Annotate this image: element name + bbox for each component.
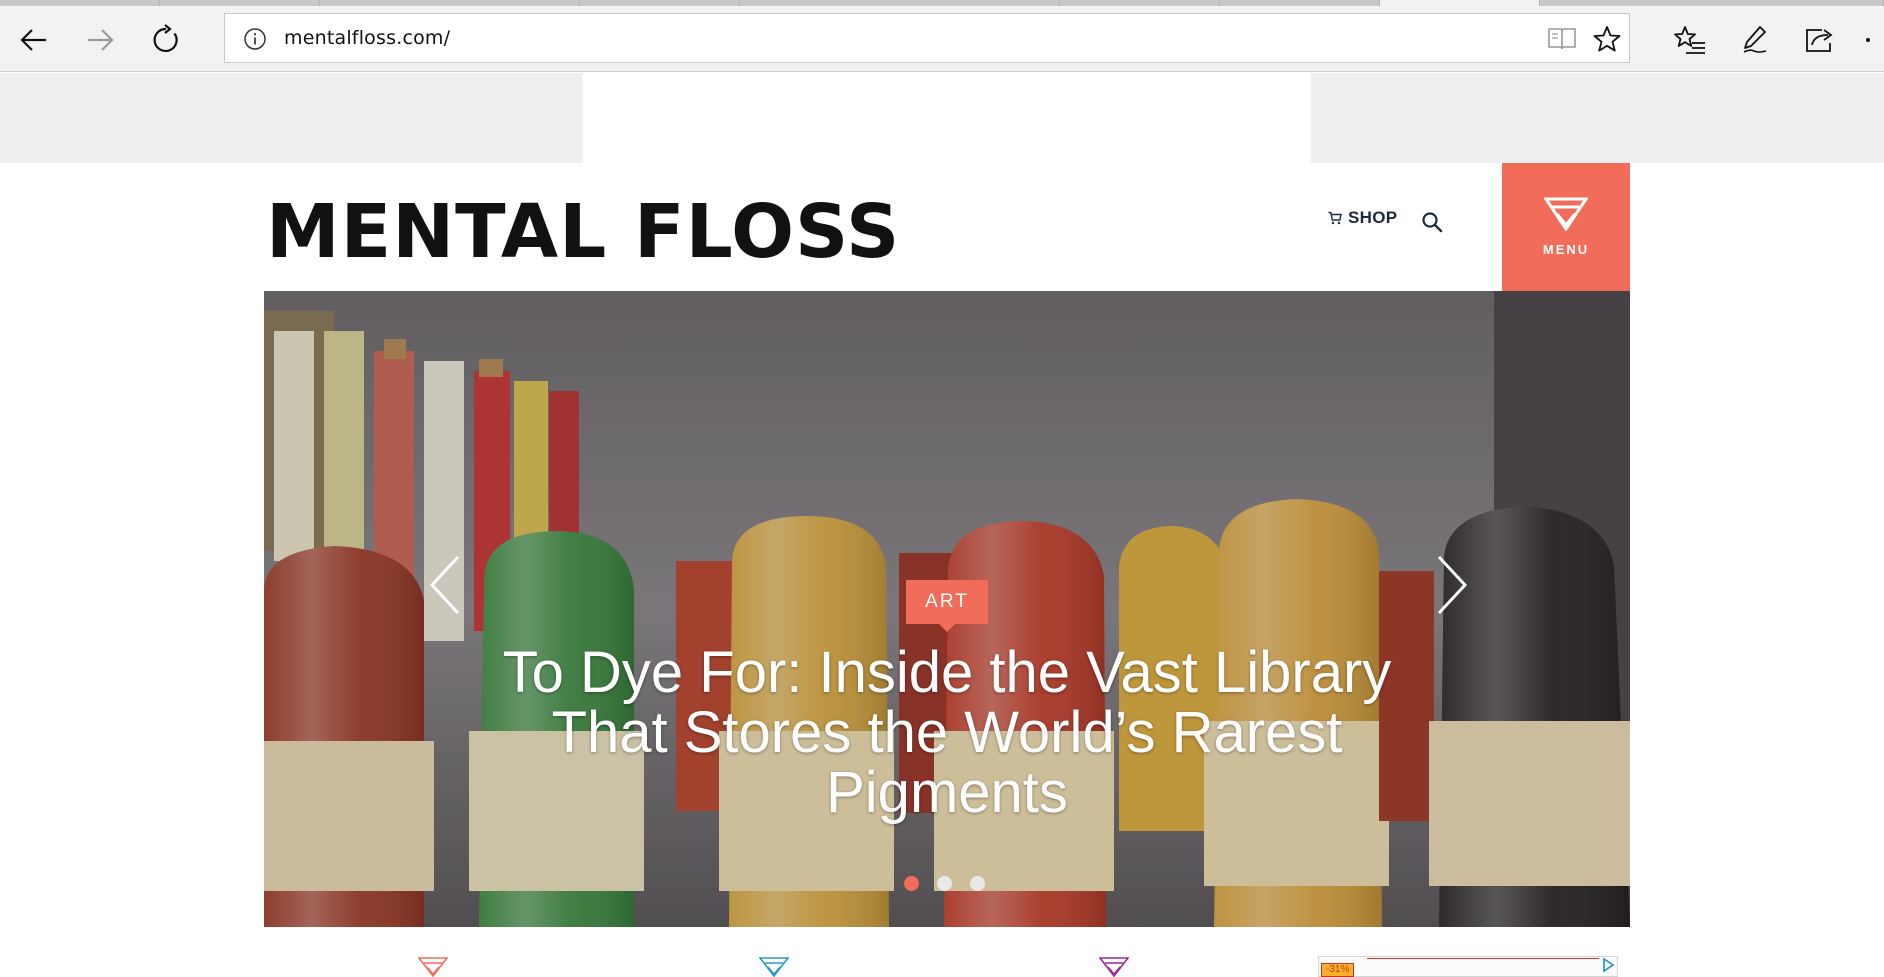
web-note-button[interactable]	[1735, 20, 1775, 60]
magenta-chevron-icon[interactable]	[1099, 957, 1129, 977]
forward-button[interactable]	[80, 20, 120, 60]
hero-headline[interactable]: To Dye For: Inside the Vast Library That…	[464, 643, 1430, 823]
refresh-button[interactable]	[146, 20, 186, 60]
top-ad-area	[0, 73, 1884, 163]
address-bar[interactable]: mentalfloss.com/	[224, 13, 1630, 63]
arrow-left-icon	[20, 29, 46, 51]
book-icon	[1548, 28, 1576, 50]
shop-label: SHOP	[1348, 208, 1398, 227]
favorite-button[interactable]	[1592, 24, 1622, 54]
slide-dot-1[interactable]	[904, 876, 919, 891]
menu-button[interactable]: MENU	[1502, 163, 1630, 291]
slide-indicators	[904, 876, 985, 891]
next-slide-button[interactable]	[1429, 553, 1473, 617]
ad-divider	[1367, 958, 1599, 959]
menu-label: MENU	[1542, 242, 1590, 257]
previous-slide-button[interactable]	[424, 553, 468, 617]
share-icon	[1806, 29, 1833, 52]
pen-icon	[1743, 26, 1767, 53]
shop-link[interactable]: SHOP	[1328, 208, 1397, 228]
adchoices-icon[interactable]	[1601, 958, 1615, 972]
favorites-hub-button[interactable]	[1670, 20, 1710, 60]
slide-dot-3[interactable]	[970, 876, 985, 891]
teal-chevron-icon[interactable]	[759, 957, 789, 977]
info-icon[interactable]	[243, 27, 267, 51]
back-button[interactable]	[14, 20, 54, 60]
sidebar-ad[interactable]: -31%	[1318, 956, 1618, 977]
url-text[interactable]: mentalfloss.com/	[284, 27, 450, 49]
ad-discount-badge: -31%	[1321, 963, 1355, 977]
slide-dot-2[interactable]	[937, 876, 952, 891]
reading-view-button[interactable]	[1547, 24, 1577, 54]
refresh-icon	[153, 24, 178, 53]
share-button[interactable]	[1800, 20, 1840, 60]
more-button[interactable]	[1858, 20, 1878, 60]
badge-pointer	[939, 624, 955, 632]
site-logo[interactable]: MENTAL FLOSS	[266, 188, 900, 276]
arrow-right-icon	[88, 29, 114, 51]
ad-slot[interactable]	[583, 73, 1311, 163]
favorites-list-icon	[1674, 26, 1705, 54]
mental-floss-chevron-icon	[1544, 197, 1588, 231]
star-icon	[1593, 26, 1621, 52]
cart-icon	[1328, 211, 1342, 225]
search-icon[interactable]	[1420, 210, 1444, 234]
category-badge[interactable]: ART	[906, 580, 988, 624]
browser-toolbar: mentalfloss.com/	[0, 6, 1884, 72]
hero-carousel[interactable]: ART To Dye For: Inside the Vast Library …	[264, 291, 1630, 927]
more-dots-icon	[1866, 38, 1870, 42]
coral-chevron-icon[interactable]	[418, 957, 448, 977]
